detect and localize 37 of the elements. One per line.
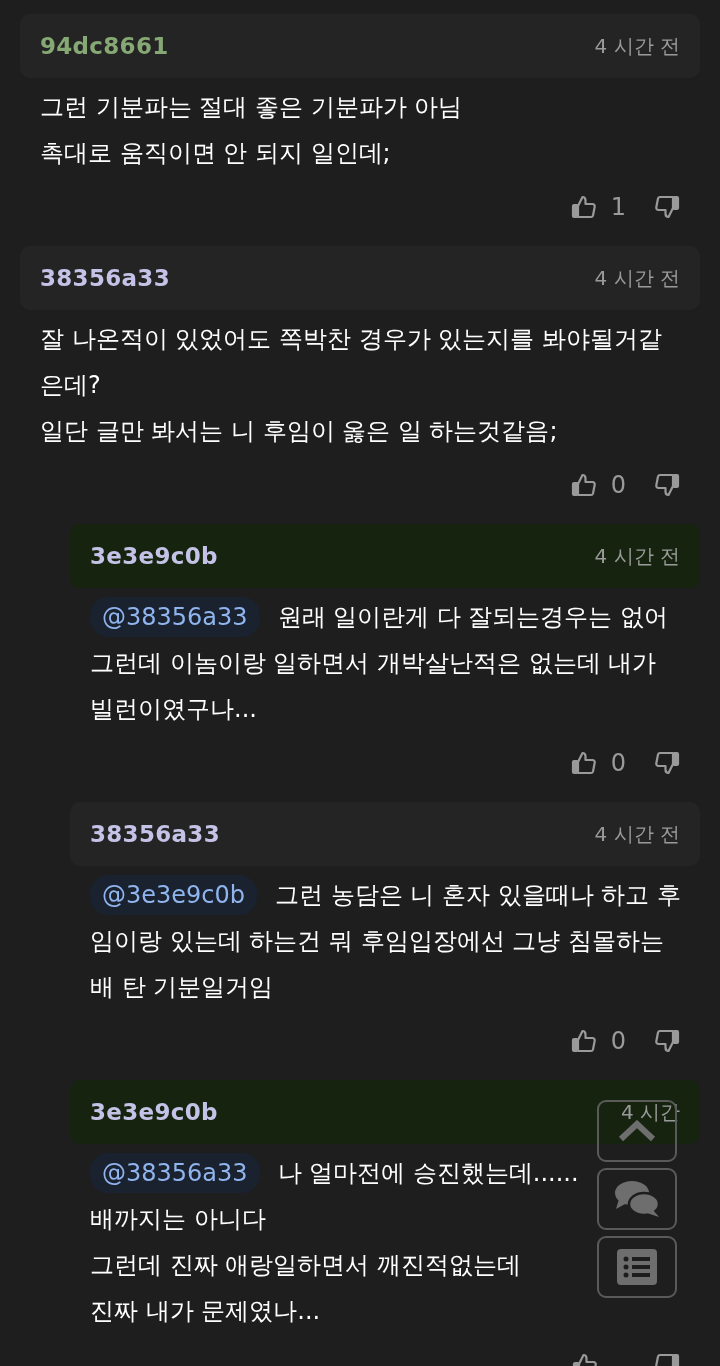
mention-chip[interactable]: @38356a33 [90, 1153, 260, 1193]
comment-author[interactable]: 38356a33 [40, 265, 170, 291]
like-count: 1 [610, 193, 626, 221]
comment-author[interactable]: 94dc8661 [40, 33, 169, 59]
speech-bubbles-icon [613, 1179, 661, 1219]
like-count: 0 [610, 749, 626, 777]
comment-text: 나 얼마전에 승진했는데...... [277, 1158, 579, 1189]
like-count: 0 [610, 471, 626, 499]
chevron-up-icon [618, 1120, 656, 1142]
comment-text: 원래 일이란게 다 잘되는경우는 없어 [277, 602, 669, 633]
mention-chip[interactable]: @3e3e9c0b [90, 875, 258, 915]
thumbs-up-icon[interactable] [570, 472, 597, 498]
comment-text: 그런 농담은 니 혼자 있을때나 하고 후 [275, 880, 681, 911]
comment-text: 잘 나온적이 있었어도 쪽박찬 경우가 있는지를 봐야될거같 은데? 일단 글만 봐서는 니 후임이 옳은 일 하는것같음; [39, 324, 663, 447]
like-count: 0 [610, 1027, 626, 1055]
thumbs-up-icon[interactable] [570, 750, 597, 776]
comment-author[interactable]: 3e3e9c0b [90, 1099, 218, 1125]
comment-time: 4 시간 전 [594, 32, 680, 60]
thumbs-down-icon[interactable] [654, 194, 680, 220]
thumbs-down-icon[interactable] [654, 750, 680, 776]
comments-button[interactable] [597, 1168, 677, 1230]
comment-author[interactable]: 38356a33 [90, 821, 220, 847]
comment-time: 4 시간 전 [594, 542, 680, 570]
comment-author[interactable]: 3e3e9c0b [90, 543, 218, 569]
thumbs-down-icon[interactable] [654, 1028, 680, 1054]
mention-chip[interactable]: @38356a33 [90, 597, 260, 637]
thumbs-up-icon[interactable] [570, 1028, 597, 1054]
comment-time: 4 시간 전 [594, 820, 680, 848]
thumbs-down-icon[interactable] [654, 472, 680, 498]
comment-text: 배까지는 아니다 그런데 진짜 애랑일하면서 깨진적없는데 진짜 내가 문제였나... [90, 1204, 521, 1327]
comment-time: 4 시간 전 [594, 264, 680, 292]
thumbs-up-icon[interactable] [570, 194, 597, 220]
list-icon [617, 1249, 657, 1285]
comment-text: 그런 기분파는 절대 좋은 기분파가 아님 촉대로 움직이면 안 되지 일인데; [39, 92, 464, 169]
list-button[interactable] [597, 1236, 677, 1298]
comment-text: 임이랑 있는데 하는건 뭐 후임입장에선 그냥 침몰하는 배 탄 기분일거임 [90, 926, 664, 1003]
comment-text: 그런데 이놈이랑 일하면서 개박살난적은 없는데 내가 빌런이였구나... [90, 648, 657, 725]
